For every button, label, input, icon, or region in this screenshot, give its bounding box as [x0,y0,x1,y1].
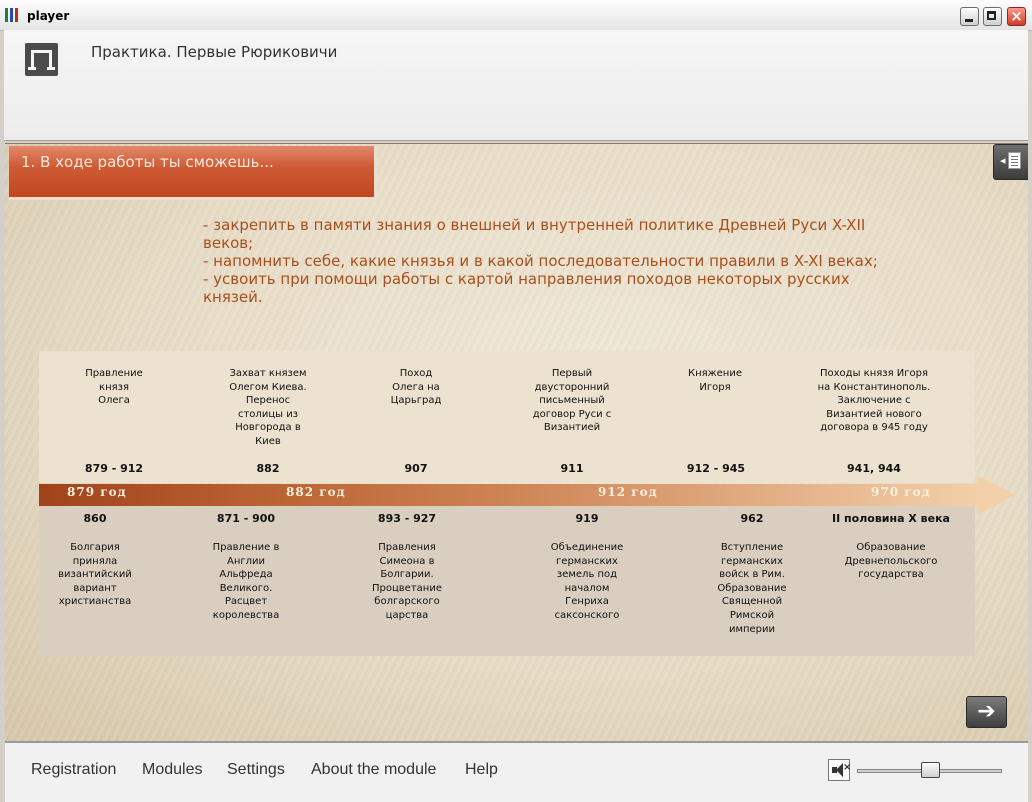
next-arrow-icon: ➔ [977,699,996,724]
world-event-text: Правление в Англии Альфреда Великого. Расцве… [212,542,280,621]
maximize-icon [987,11,996,20]
rus-event-text: Княжение Игоря [687,368,742,393]
next-button[interactable]: ➔ [966,696,1007,728]
player-app-icon [5,8,23,22]
rus-event-text: Первый двусторонний письменный договор Руси… [532,368,612,434]
nav-about-module[interactable]: About the module [311,761,436,779]
speaker-mute-icon[interactable]: × [828,759,851,781]
timeline-marker: 882 год [286,485,346,499]
rus-event-text: Захват князем Олегом Киева. Перенос столицы… [229,368,307,447]
section-title: 1. В ходе работы ты сможешь... [21,153,274,171]
world-event-text: Болгария приняла византийский вариант христи… [58,542,132,608]
volume-slider-thumb[interactable] [921,762,940,778]
world-event-year: 893 - 927 [377,512,437,525]
rus-event-year: 879 - 912 [84,462,144,475]
footer-bar: Registration Modules Settings About the … [5,741,1028,802]
page-title: Практика. Первые Рюриковичи [91,43,338,61]
world-event-year: 919 [575,512,599,525]
world-event-text: Объединение германских земель под началом Ге… [550,542,624,621]
close-button[interactable]: × [1007,7,1026,26]
rus-event-year: 907 [404,462,428,475]
nav-registration[interactable]: Registration [31,761,116,779]
lesson-content: 1. В ходе работы ты сможешь... ◂ - закре… [5,143,1028,742]
goals-line: веков; [203,234,254,252]
goals-line: - усвоить при помощи работы с картой нап… [203,270,850,288]
world-event-year: II половина X века [832,512,950,525]
world-event-text: Образование Древнепольского государства [844,542,938,581]
collapse-arrow-icon: ◂ [1000,154,1006,167]
world-event-text: Вступление германских войск в Рим. Образова… [717,542,787,635]
volume-slider[interactable] [857,762,1002,778]
window-title: player [27,9,70,23]
goals-line: - закрепить в памяти знания о внешней и … [203,216,866,234]
timeline-band [39,484,979,506]
section-header: 1. В ходе работы ты сможешь... [9,146,377,200]
goals-line: князей. [203,288,263,306]
module-header: Практика. Первые Рюриковичи [4,30,1028,141]
rus-event-text: Походы князя Игоря на Константинополь. Зак… [817,368,931,434]
world-event-year: 962 [740,512,764,525]
nav-modules[interactable]: Modules [142,761,202,779]
rus-event-year: 912 - 945 [686,462,746,475]
table-of-contents-icon [1008,152,1021,169]
timeline-marker: 912 год [598,485,658,499]
goals-text: - закрепить в памяти знания о внешней и … [203,216,943,306]
rus-event-year: 941, 944 [847,462,901,475]
title-bar: player × [0,0,1032,31]
rus-event-year: 911 [560,462,584,475]
world-event-year: 860 [83,512,107,525]
timeline-arrow-head [977,475,1015,515]
nav-settings[interactable]: Settings [227,761,285,779]
world-event-text: Правления Симеона в Болгарии. Процветание бо… [372,542,442,621]
goals-line: - напомнить себе, какие князья и в какой… [203,252,878,270]
module-logo-icon [25,43,58,76]
rus-event-text: Поход Олега на Царьград [390,368,442,407]
rus-event-year: 882 [256,462,280,475]
minimize-button[interactable] [960,7,979,26]
world-event-year: 871 - 900 [216,512,276,525]
timeline-marker: 970 год [871,485,931,499]
maximize-button[interactable] [983,7,1002,26]
close-icon: × [1010,7,1023,25]
table-of-contents-button[interactable]: ◂ [993,144,1028,180]
minimize-icon [965,19,973,22]
timeline-marker: 879 год [67,485,127,499]
nav-help[interactable]: Help [465,761,498,779]
rus-event-text: Правление князя Олега [85,368,143,407]
